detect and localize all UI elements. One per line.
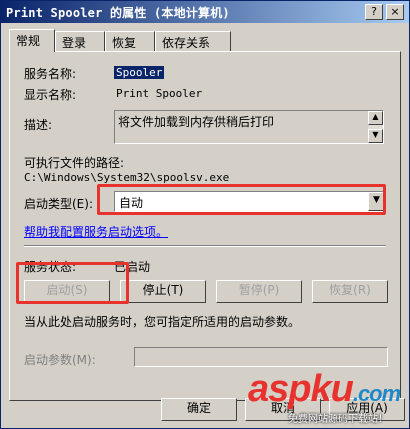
- path-label: 可执行文件的路径:: [24, 156, 125, 170]
- path-value[interactable]: C:\Windows\System32\spoolsv.exe: [24, 171, 229, 184]
- start-button-highlight: [16, 262, 129, 304]
- scroll-up-icon[interactable]: ▲: [368, 111, 383, 125]
- tab-recovery[interactable]: 恢复: [105, 31, 155, 51]
- description-box[interactable]: 将文件加载到内存供稍后打印 ▲ ▼: [114, 110, 384, 144]
- description-label: 描述:: [24, 118, 53, 132]
- divider: [24, 245, 386, 247]
- watermark-logo: aspku.com 免费网站源码下载站！: [248, 368, 408, 426]
- pause-button[interactable]: 暂停(P): [216, 280, 302, 303]
- description-scrollbar[interactable]: ▲ ▼: [368, 111, 383, 143]
- title-bar: Print Spooler 的属性 (本地计算机) ? ×: [1, 1, 409, 23]
- tab-dependencies[interactable]: 依存关系: [155, 31, 231, 51]
- window-title: Print Spooler 的属性 (本地计算机): [6, 6, 230, 20]
- close-button[interactable]: ×: [386, 4, 404, 20]
- startup-type-label: 启动类型(E):: [24, 197, 93, 211]
- stop-button[interactable]: 停止(T): [120, 280, 206, 303]
- params-input[interactable]: [134, 347, 388, 367]
- watermark-domain: .com: [352, 381, 401, 406]
- service-name-label: 服务名称:: [24, 67, 77, 81]
- resume-button[interactable]: 恢复(R): [312, 280, 388, 303]
- tab-logon[interactable]: 登录: [55, 31, 105, 51]
- watermark-tagline: 免费网站源码下载站！: [288, 414, 388, 425]
- hint-text: 当从此处启动服务时，您可指定所适用的启动参数。: [24, 315, 301, 329]
- ok-button[interactable]: 确定: [161, 398, 237, 421]
- general-panel: 服务名称: Spooler 显示名称: Print Spooler 描述: 将文…: [9, 51, 401, 401]
- description-text: 将文件加载到内存供稍后打印: [118, 115, 275, 129]
- display-name-label: 显示名称:: [24, 88, 77, 102]
- startup-type-highlight: [97, 184, 386, 215]
- watermark-brand: aspku: [248, 368, 354, 410]
- tab-general[interactable]: 常规: [9, 29, 55, 52]
- help-link[interactable]: 帮助我配置服务启动选项。: [24, 223, 168, 240]
- display-name-value[interactable]: Print Spooler: [116, 87, 202, 100]
- help-button[interactable]: ?: [365, 4, 383, 20]
- service-name-value[interactable]: Spooler: [114, 66, 165, 79]
- params-label: 启动参数(M):: [24, 353, 96, 367]
- scroll-down-icon[interactable]: ▼: [368, 129, 383, 143]
